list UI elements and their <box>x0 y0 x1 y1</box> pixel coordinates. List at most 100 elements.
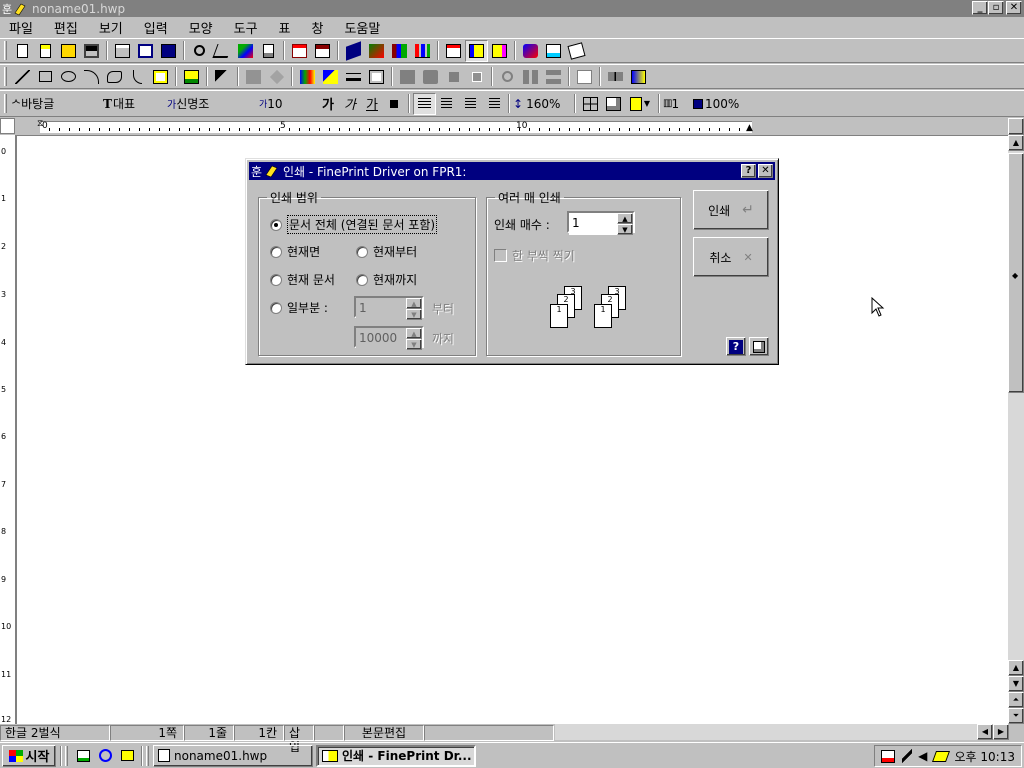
menu-tools[interactable]: 도구 <box>225 18 270 37</box>
radio-partial[interactable]: 일부분 : <box>270 299 328 316</box>
find-button[interactable] <box>188 40 211 62</box>
radio-current-page[interactable]: 현재면 <box>270 243 320 260</box>
char-type-select[interactable]: T 대표 <box>103 93 167 115</box>
quicklaunch-desktop[interactable] <box>72 745 94 767</box>
line-color-tool[interactable] <box>319 66 342 88</box>
frame-button[interactable] <box>465 39 488 62</box>
align-justify-button[interactable] <box>413 92 436 115</box>
dialog-help-button[interactable]: ? <box>741 164 756 178</box>
bold-button[interactable]: 가 <box>317 93 339 115</box>
macro-button[interactable] <box>365 40 388 62</box>
save-button[interactable] <box>80 40 103 62</box>
bring-front-tool[interactable] <box>396 66 419 88</box>
menu-view[interactable]: 보기 <box>90 18 135 37</box>
preview-button[interactable] <box>134 40 157 62</box>
scroll-down-button-2[interactable]: ▼ <box>1008 676 1024 692</box>
ellipse-tool[interactable] <box>57 66 80 88</box>
chart-button[interactable] <box>411 40 434 62</box>
select-tool[interactable] <box>211 66 234 88</box>
font-select[interactable]: 가 신명조 <box>167 93 259 115</box>
style-select[interactable]: ᄉ 바탕글 <box>11 93 103 115</box>
start-button[interactable]: 시작 <box>2 744 56 767</box>
copies-stepper[interactable]: 1 ▲ ▼ <box>567 211 635 235</box>
edit-mode-button[interactable] <box>602 93 625 115</box>
from-page-stepper[interactable]: 1 ▲ ▼ <box>354 296 424 320</box>
line-spacing-select[interactable]: ↕ 160% <box>513 93 571 115</box>
scroll-left-button[interactable]: ◀ <box>977 724 993 740</box>
help-icon-button[interactable]: ? <box>726 337 746 356</box>
curve-tool[interactable] <box>126 66 149 88</box>
quicklaunch-outlook[interactable] <box>116 745 138 767</box>
format-copy-button[interactable] <box>211 40 234 62</box>
new-document-button[interactable] <box>11 40 34 62</box>
char-color-button[interactable] <box>383 93 405 115</box>
forward-tool[interactable] <box>442 66 465 88</box>
scroll-right-button[interactable]: ▶ <box>993 724 1009 740</box>
new-template-button[interactable] <box>34 40 57 62</box>
rectangle-tool[interactable] <box>34 66 57 88</box>
arc-tool[interactable] <box>80 66 103 88</box>
table-button[interactable] <box>579 93 602 115</box>
copies-down-button[interactable]: ▼ <box>617 224 633 235</box>
font-size-select[interactable]: 가 10 <box>259 93 317 115</box>
align-center-button[interactable] <box>459 93 482 115</box>
status-insert-mode[interactable]: 삽입 <box>284 724 314 754</box>
toolbar-grip[interactable] <box>4 67 7 86</box>
arrow-style-tool[interactable] <box>365 66 388 88</box>
ruler-right-button[interactable] <box>1008 118 1024 135</box>
menu-format[interactable]: 모양 <box>180 18 225 37</box>
polygon-tool[interactable] <box>103 66 126 88</box>
object-property-tool[interactable] <box>627 66 650 88</box>
from-up-button[interactable]: ▲ <box>406 298 422 309</box>
horizontal-scrollbar[interactable] <box>555 724 1005 740</box>
radio-to-current[interactable]: 현재까지 <box>356 271 417 288</box>
close-button[interactable]: ✕ <box>1006 1 1022 15</box>
task-hwp[interactable]: noname01.hwp <box>153 744 313 767</box>
right-margin-marker-icon[interactable]: ▲ <box>746 123 753 133</box>
image-tool[interactable] <box>180 66 203 88</box>
dialog-titlebar[interactable]: 훈 인쇄 - FinePrint Driver on FPR1: ? ✕ <box>249 162 775 180</box>
menu-table[interactable]: 표 <box>270 18 303 37</box>
align-tool[interactable] <box>519 66 542 88</box>
quicklaunch-ie[interactable] <box>94 745 116 767</box>
doc-info-button[interactable] <box>257 40 280 62</box>
task-print-dialog[interactable]: 인쇄 - FinePrint Dr... <box>316 744 476 767</box>
symbol-button[interactable] <box>388 40 411 62</box>
picture-button[interactable] <box>488 40 511 62</box>
scroll-down-button[interactable]: ▲ <box>1008 660 1024 676</box>
tray-clock[interactable]: 오후 10:13 <box>954 748 1014 765</box>
style-edit-button[interactable]: ▼ <box>625 93 655 115</box>
dictionary-button[interactable] <box>342 40 365 62</box>
group-tool[interactable] <box>242 66 265 88</box>
menu-help[interactable]: 도움말 <box>335 18 392 37</box>
line-tool[interactable] <box>11 66 34 88</box>
page-corner-icon[interactable] <box>0 118 15 134</box>
spell-check-button[interactable] <box>288 40 311 62</box>
horizontal-ruler[interactable]: 0 5 10 ⧖ ▲ <box>0 118 1024 135</box>
send-back-tool[interactable] <box>419 66 442 88</box>
vertical-scrollbar[interactable]: ▲ ◆ ▲ ▼ ⏶ ⏷ <box>1008 135 1024 724</box>
underline-button[interactable]: 가 <box>361 93 383 115</box>
hanja-button[interactable] <box>311 40 334 62</box>
ungroup-tool[interactable] <box>265 66 288 88</box>
print-button[interactable] <box>111 40 134 62</box>
toolbar-grip[interactable] <box>4 41 7 60</box>
menu-insert[interactable]: 입력 <box>135 18 180 37</box>
menu-file[interactable]: 파일 <box>0 18 45 37</box>
tray-volume-icon[interactable]: ◀ <box>918 749 927 763</box>
textbox-tool[interactable] <box>149 66 172 88</box>
toolbar-grip[interactable] <box>4 94 7 113</box>
from-down-button[interactable]: ▼ <box>406 309 422 320</box>
minimize-button[interactable]: _ <box>972 1 988 15</box>
scroll-up-button[interactable]: ▲ <box>1008 135 1024 151</box>
next-page-button[interactable]: ⏷ <box>1008 708 1024 724</box>
rotate-tool[interactable] <box>496 66 519 88</box>
tray-network-icon[interactable] <box>881 749 895 763</box>
radio-all-document[interactable]: 문서 전체 (연결된 문서 포함) <box>270 215 438 234</box>
restore-button[interactable]: ▫ <box>988 1 1004 15</box>
outline-button[interactable] <box>442 40 465 62</box>
indent-marker-icon[interactable]: ⧖ <box>37 119 43 129</box>
columns-select[interactable]: ▥ 1 <box>663 93 693 115</box>
backward-tool[interactable] <box>465 66 488 88</box>
to-down-button[interactable]: ▼ <box>406 339 422 350</box>
